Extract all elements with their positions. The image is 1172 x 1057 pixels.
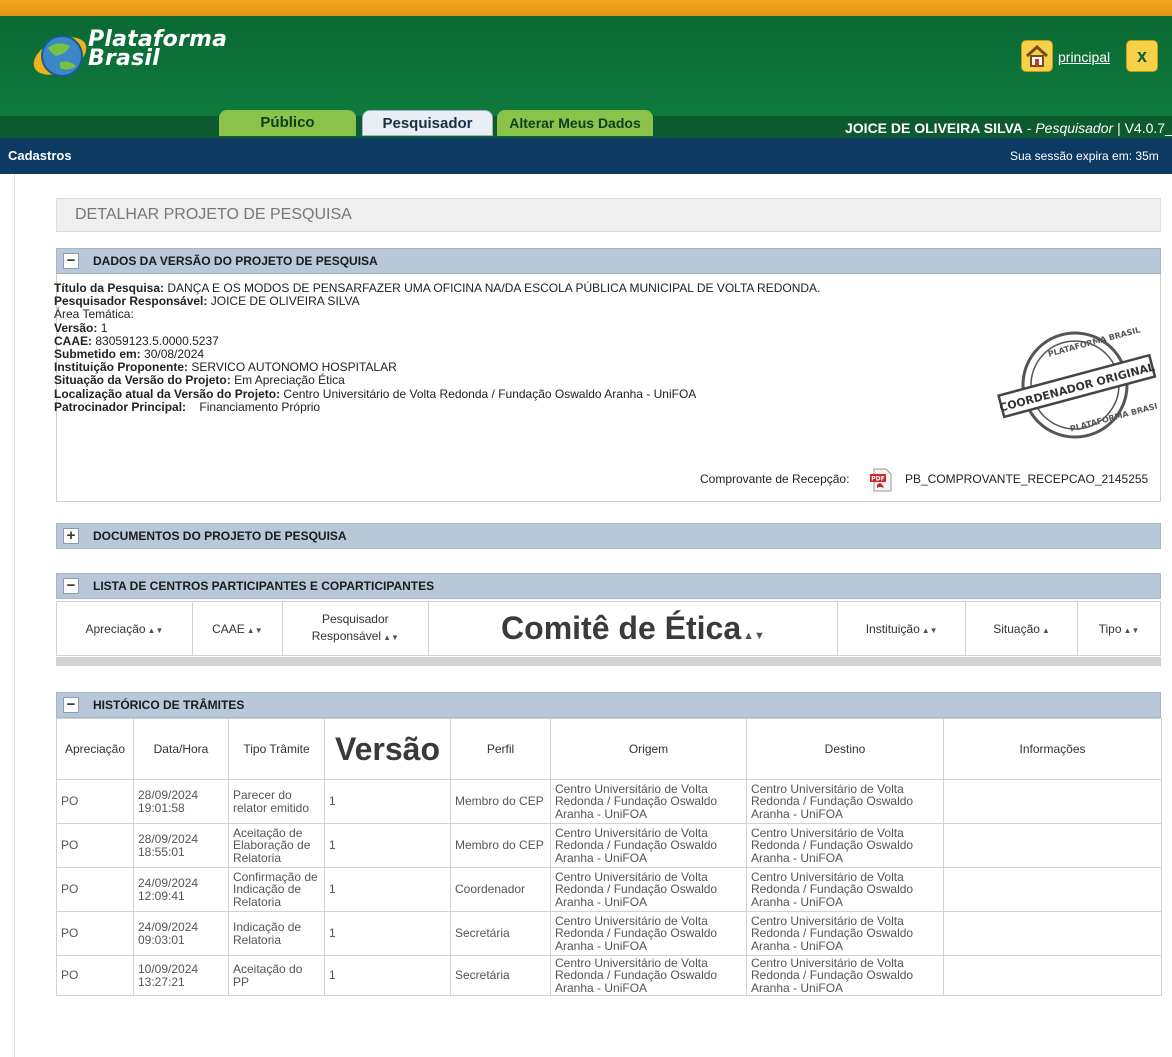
sort-icon[interactable]: ▲▼ <box>148 626 164 635</box>
table-row: PO 24/09/2024 09:03:01 Indicação de Rela… <box>56 911 1162 956</box>
table-row: PO 28/09/2024 18:55:01 Aceitação de Elab… <box>56 823 1162 868</box>
svg-text:PLATAFORMA BRASIL: PLATAFORMA BRASIL <box>1069 400 1157 433</box>
hist-col-perfil: Perfil <box>450 718 551 780</box>
principal-link[interactable]: principal <box>1058 49 1110 65</box>
col-instituicao[interactable]: Instituição ▲▼ <box>837 601 967 656</box>
tab-pesquisador[interactable]: Pesquisador <box>362 110 493 136</box>
brand-logo-text: Plataforma Brasil <box>88 29 227 70</box>
table-row: PO 24/09/2024 12:09:41 Confirmação de In… <box>56 867 1162 912</box>
version-label: | V4.0.7_R <box>1117 120 1172 136</box>
comprovante-file-link[interactable]: PB_COMPROVANTE_RECEPCAO_2145255 <box>905 472 1148 486</box>
col-tipo[interactable]: Tipo ▲▼ <box>1077 601 1161 656</box>
user-role: Pesquisador <box>1035 120 1114 136</box>
sort-icon[interactable]: ▲▼ <box>383 633 399 642</box>
expand-toggle-documentos[interactable]: + <box>63 528 79 544</box>
section-dados-header[interactable]: − DADOS DA VERSÃO DO PROJETO DE PESQUISA <box>56 248 1161 274</box>
col-apreciacao[interactable]: Apreciação ▲▼ <box>56 601 193 656</box>
section-documentos-title: DOCUMENTOS DO PROJETO DE PESQUISA <box>93 529 347 543</box>
section-historico-title: HISTÓRICO DE TRÂMITES <box>93 698 245 712</box>
sort-icon[interactable]: ▲▼ <box>743 630 765 642</box>
home-icon <box>1025 44 1049 67</box>
tab-alterar-meus-dados[interactable]: Alterar Meus Dados <box>497 110 653 136</box>
hist-col-apreciacao: Apreciação <box>56 718 134 780</box>
coordenador-original-stamp: PLATAFORMA BRASIL COORDENADOR ORIGINAL P… <box>997 325 1157 439</box>
hist-col-origem: Origem <box>550 718 747 780</box>
field-pesquisador: Pesquisador Responsável: JOICE DE OLIVEI… <box>54 294 360 309</box>
hist-col-tipo-tramite: Tipo Trâmite <box>228 718 325 780</box>
menu-cadastros[interactable]: Cadastros <box>8 148 72 163</box>
sort-asc-icon[interactable]: ▲ <box>1042 626 1050 635</box>
col-pesquisador-responsavel[interactable]: Pesquisador Responsável ▲▼ <box>281 601 429 656</box>
pdf-icon[interactable]: PDF <box>868 466 896 494</box>
historico-table: Apreciação Data/Hora Tipo Trâmite Versão… <box>56 718 1162 996</box>
sort-icon[interactable]: ▲▼ <box>1124 626 1140 635</box>
col-caae[interactable]: CAAE ▲▼ <box>191 601 283 656</box>
hist-col-informacoes: Informações <box>943 718 1162 780</box>
table-row: PO 10/09/2024 13:27:21 Aceitação do PP 1… <box>56 955 1162 996</box>
hist-col-versao: Versão <box>324 718 451 780</box>
col-comite-etica[interactable]: Comitê de Ética ▲▼ <box>427 601 839 656</box>
table-row: PO 28/09/2024 19:01:58 Parecer do relato… <box>56 779 1162 824</box>
section-centros-title: LISTA DE CENTROS PARTICIPANTES E COPARTI… <box>93 579 435 593</box>
svg-text:PLATAFORMA BRASIL: PLATAFORMA BRASIL <box>1047 325 1141 358</box>
centros-table: Apreciação ▲▼ CAAE ▲▼ Pesquisador Responsáv… <box>56 601 1161 656</box>
sort-icon[interactable]: ▲▼ <box>922 626 938 635</box>
svg-text:PDF: PDF <box>871 476 884 483</box>
section-centros-header[interactable]: − LISTA DE CENTROS PARTICIPANTES E COPAR… <box>56 573 1161 599</box>
session-timer: Sua sessão expira em: 35m <box>1010 149 1159 163</box>
close-icon[interactable]: x <box>1126 40 1158 72</box>
comprovante-label: Comprovante de Recepção: <box>700 472 850 486</box>
tab-publico[interactable]: Público <box>219 110 356 136</box>
hist-col-destino: Destino <box>746 718 944 780</box>
section-historico-header[interactable]: − HISTÓRICO DE TRÂMITES <box>56 692 1161 718</box>
page-title: DETALHAR PROJETO DE PESQUISA <box>56 198 1161 232</box>
field-area-tematica: Área Temática: <box>54 307 134 322</box>
section-dados-title: DADOS DA VERSÃO DO PROJETO DE PESQUISA <box>93 254 378 268</box>
collapse-toggle-centros[interactable]: − <box>63 578 79 594</box>
orange-accent-line <box>0 0 1172 16</box>
centros-empty-row <box>56 657 1161 666</box>
page-edge-divider <box>14 174 15 1057</box>
collapse-toggle-historico[interactable]: − <box>63 697 79 713</box>
main-navbar: Cadastros Sua sessão expira em: 35m <box>0 138 1172 174</box>
dados-fields: Título da Pesquisa: DANÇA E OS MODOS DE … <box>54 281 820 414</box>
home-button[interactable] <box>1021 40 1053 72</box>
sort-icon[interactable]: ▲▼ <box>247 626 263 635</box>
user-name: JOICE DE OLIVEIRA SILVA <box>845 120 1023 136</box>
field-patrocinador: Patrocinador Principal: Financiamento Pr… <box>54 399 321 414</box>
user-info: JOICE DE OLIVEIRA SILVA - Pesquisador | … <box>845 120 1172 136</box>
col-situacao[interactable]: Situação ▲ <box>965 601 1079 656</box>
section-documentos-header[interactable]: + DOCUMENTOS DO PROJETO DE PESQUISA <box>56 523 1161 549</box>
collapse-toggle-dados[interactable]: − <box>63 253 79 269</box>
hist-col-data-hora: Data/Hora <box>133 718 229 780</box>
